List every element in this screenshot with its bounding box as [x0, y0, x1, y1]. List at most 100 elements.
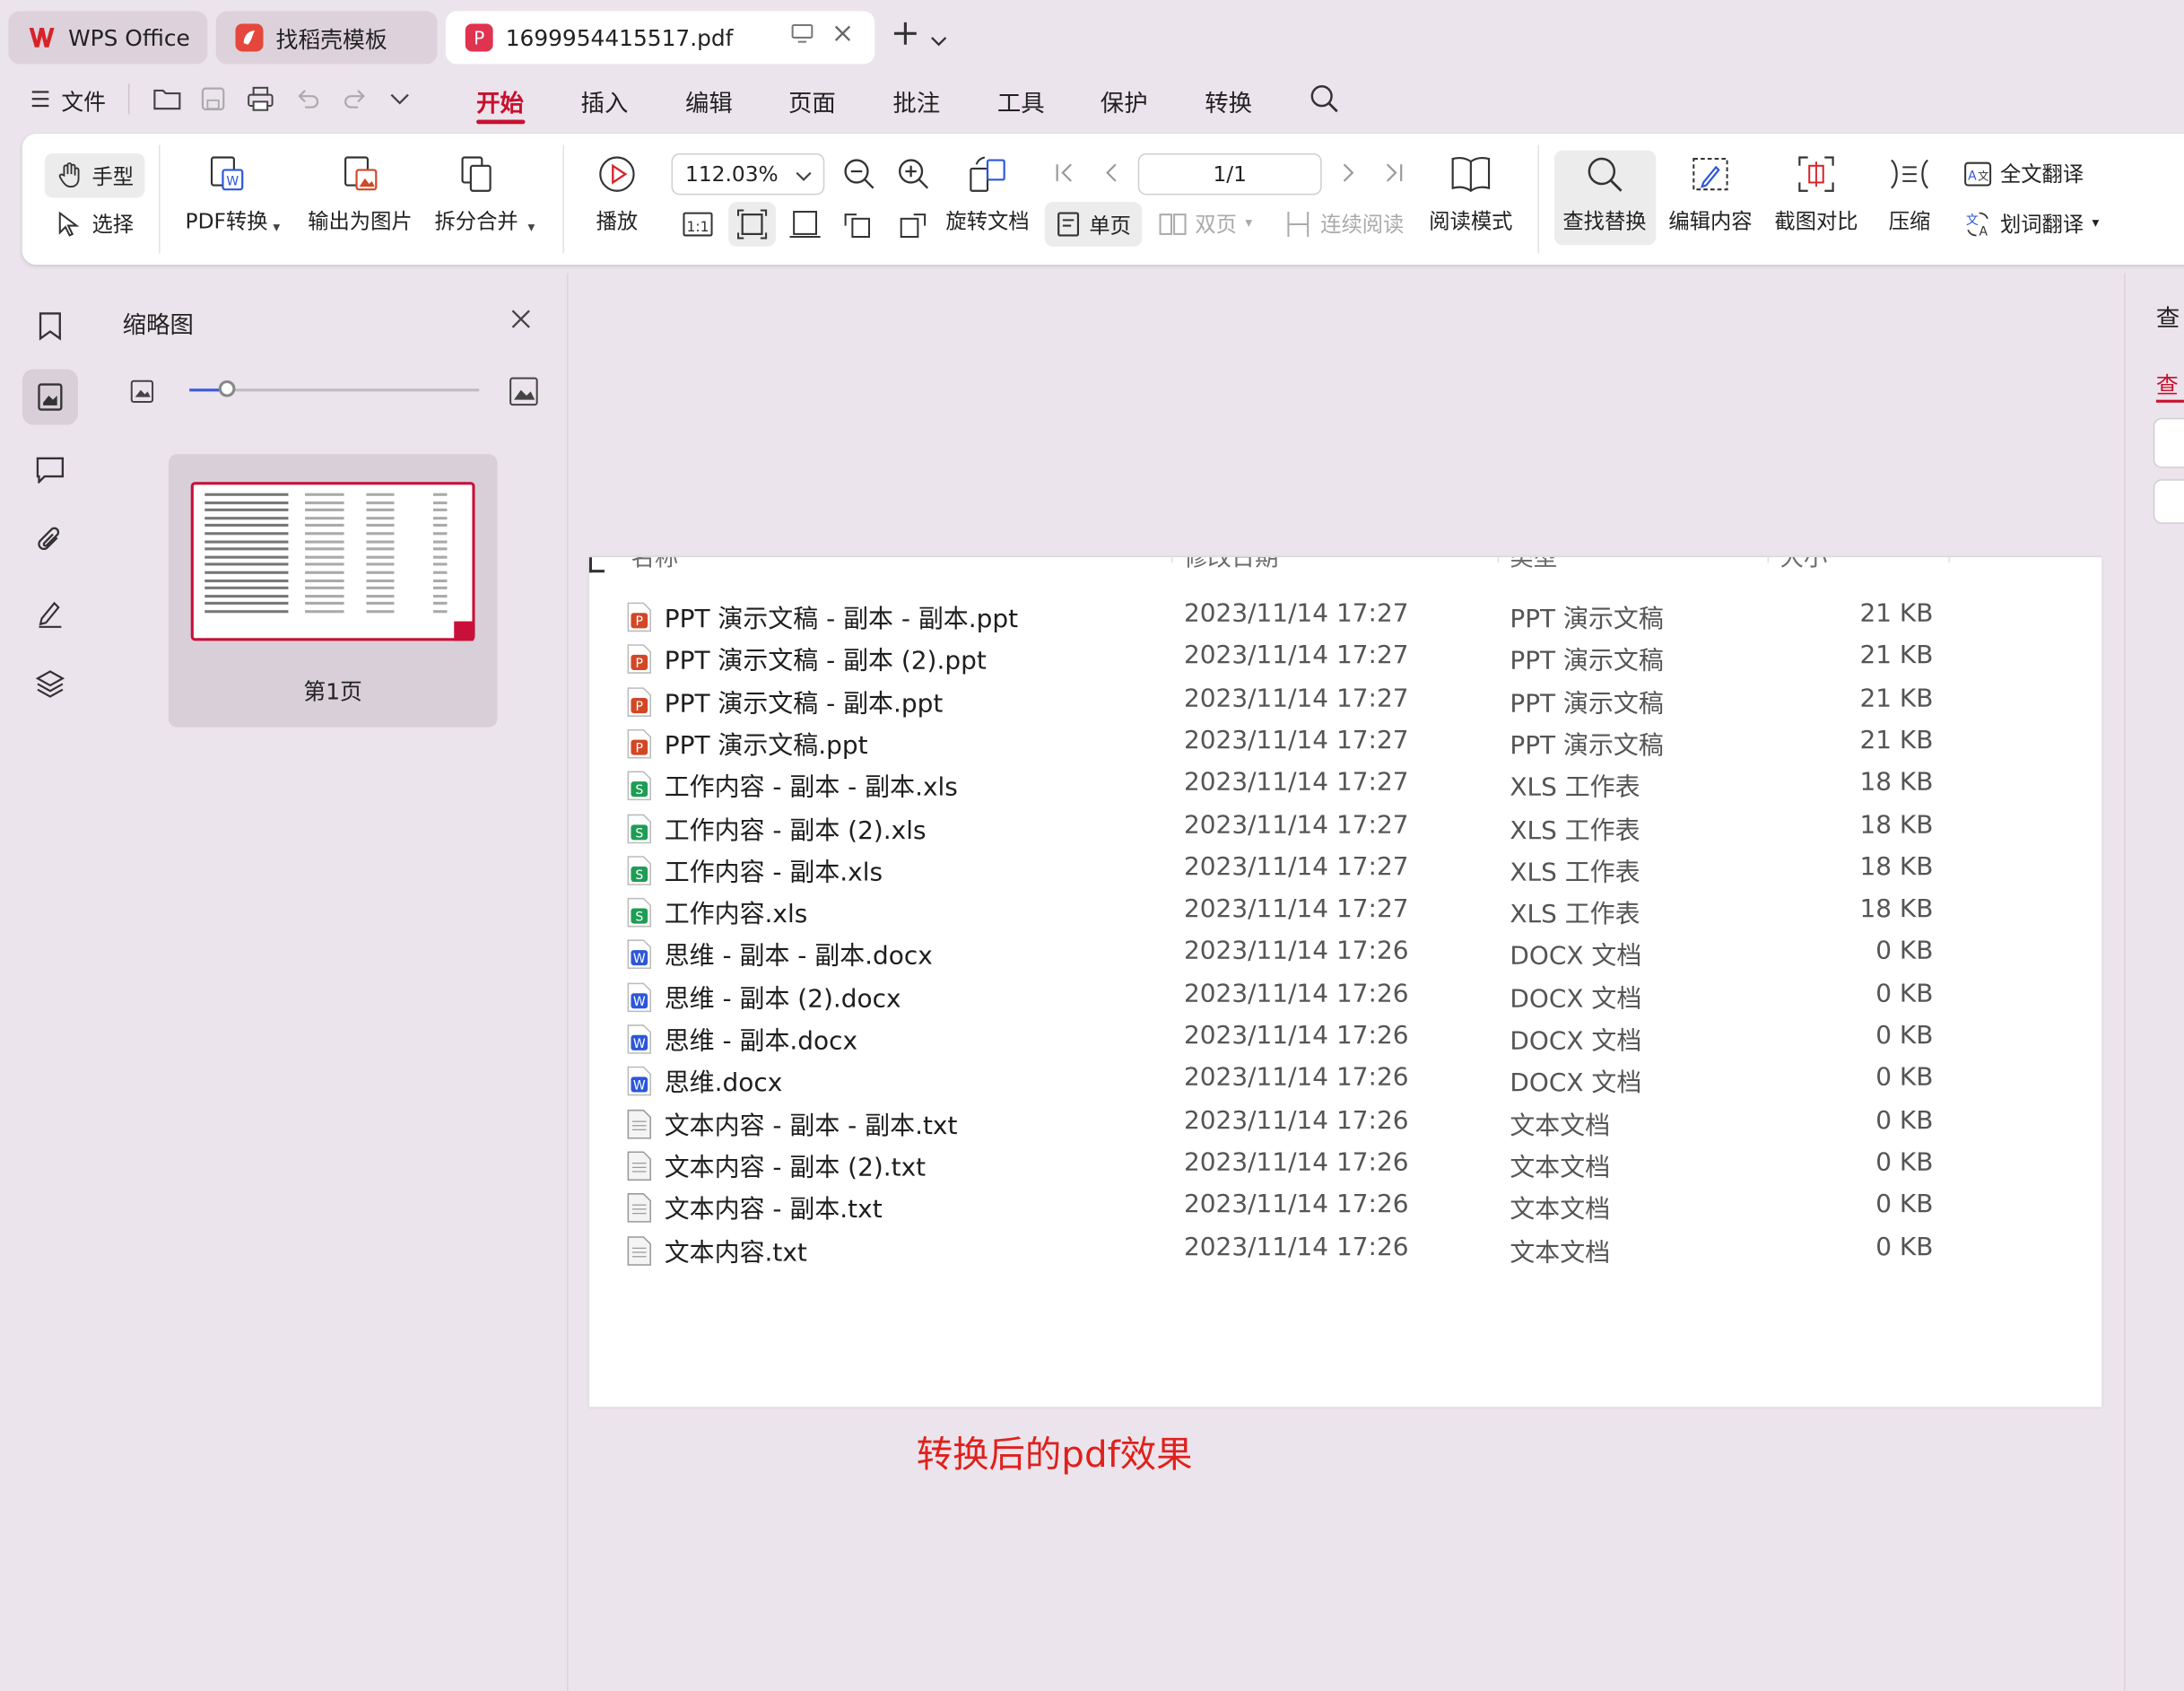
- actual-size-button[interactable]: 1:1: [681, 209, 714, 245]
- pdf-page: 名称 修改日期 类型 大小 P PPT 演示文稿 - 副本 - 副本.ppt 202…: [588, 557, 2102, 1408]
- thumbnail-text-line: [432, 555, 448, 559]
- undo-button[interactable]: [288, 81, 326, 117]
- tab-document[interactable]: P 1699954415517.pdf: [445, 11, 875, 65]
- file-row: P PPT 演示文稿 - 副本.ppt 2023/11/14 17:27 PPT 演示…: [589, 681, 2101, 723]
- pdf-to-word-icon: W: [205, 153, 248, 196]
- screenshot-compare-button[interactable]: 截图对比: [1774, 153, 1858, 236]
- file-name: 工作内容 - 副本 (2).xls: [664, 815, 927, 845]
- ribbon-separator: [562, 144, 564, 254]
- thumb-size-slider-knob[interactable]: [218, 379, 236, 397]
- tab-start[interactable]: 开始: [476, 83, 524, 118]
- tab-annotate[interactable]: 批注: [892, 83, 940, 118]
- file-name: 文本内容.txt: [664, 1237, 807, 1268]
- double-page-button[interactable]: 双页 ▾: [1159, 209, 1252, 239]
- compress-button[interactable]: 压缩: [1889, 153, 1930, 236]
- tab-page[interactable]: 页面: [788, 83, 836, 118]
- rotate-right-button[interactable]: [896, 209, 929, 245]
- rotate-left-button[interactable]: [841, 209, 874, 245]
- hand-tool-button[interactable]: 手型: [44, 153, 145, 198]
- attachment-button[interactable]: [22, 512, 78, 568]
- tab-convert[interactable]: 转换: [1205, 83, 1252, 118]
- edit-content-button[interactable]: 编辑内容: [1668, 153, 1753, 236]
- word-translate-button[interactable]: 文A 划词翻译 ▾: [1964, 209, 2099, 239]
- thumb-zoom-out-button[interactable]: [129, 379, 154, 409]
- continuous-reading-button[interactable]: 连续阅读: [1284, 209, 1405, 239]
- thumbnail-text-line: [305, 547, 344, 551]
- zoom-in-button[interactable]: [897, 157, 930, 196]
- thumbnail-button[interactable]: [22, 369, 78, 425]
- svg-text:S: S: [635, 911, 643, 925]
- zoom-out-icon: [844, 159, 874, 189]
- tab-close-icon[interactable]: [833, 23, 853, 48]
- rotate-document-icon: [967, 153, 1009, 196]
- file-row: S 工作内容.xls 2023/11/14 17:27 XLS 工作表 18 KB: [589, 892, 2101, 934]
- thumbnail-text-line: [366, 562, 395, 567]
- play-button[interactable]: 播放: [596, 153, 639, 236]
- single-page-button[interactable]: 单页: [1044, 202, 1143, 247]
- tab-tools[interactable]: 工具: [997, 83, 1045, 118]
- split-merge-button[interactable]: 拆分合并: [435, 153, 518, 236]
- zoom-select[interactable]: 112.03%: [671, 153, 825, 196]
- page-number-input[interactable]: 1/1: [1137, 153, 1322, 196]
- comment-button[interactable]: [22, 441, 78, 497]
- file-row: 文本内容 - 副本 (2).txt 2023/11/14 17:26 文本文档 0 K…: [589, 1145, 2101, 1187]
- pdf-convert-button[interactable]: W PDF转换: [186, 153, 268, 236]
- thumbnail-text-line: [204, 509, 289, 512]
- file-name: 思维 - 副本 (2).docx: [664, 984, 901, 1015]
- fit-width-button[interactable]: [788, 209, 822, 245]
- next-page-button[interactable]: [1337, 161, 1360, 189]
- right-panel-tab[interactable]: 查: [2156, 366, 2179, 399]
- find-replace-button[interactable]: 查找替换: [1562, 153, 1647, 236]
- redo-button[interactable]: [335, 81, 374, 117]
- file-size: 0 KB: [1875, 1021, 1934, 1050]
- right-panel-search-input[interactable]: [2153, 417, 2184, 468]
- previous-page-button[interactable]: [1101, 161, 1123, 189]
- first-page-button[interactable]: [1053, 161, 1075, 189]
- tab-template[interactable]: 找稻壳模板: [215, 11, 438, 65]
- file-size: 0 KB: [1875, 937, 1934, 966]
- thumbnail-text-line: [204, 594, 289, 597]
- thumbnail-text-line: [366, 492, 395, 496]
- new-tab-button[interactable]: [892, 17, 947, 56]
- bookmark-button[interactable]: [22, 298, 78, 353]
- file-type: PPT 演示文稿: [1510, 731, 1664, 761]
- tab-wps-office[interactable]: WPS Office: [8, 11, 208, 65]
- chevron-down-icon[interactable]: [930, 17, 947, 56]
- play-icon: [596, 153, 639, 196]
- signature-button[interactable]: [22, 585, 78, 641]
- svg-text:W: W: [633, 1037, 646, 1051]
- reading-mode-button[interactable]: 阅读模式: [1429, 153, 1512, 236]
- continuous-reading-label: 连续阅读: [1320, 212, 1405, 237]
- export-image-button[interactable]: 输出为图片: [308, 153, 413, 236]
- select-tool-button[interactable]: 选择: [56, 209, 134, 239]
- last-page-button[interactable]: [1383, 161, 1405, 189]
- thumbnail-text-line: [204, 501, 289, 504]
- cursor-arrow-icon: [58, 210, 80, 237]
- tab-monitor-icon[interactable]: [791, 23, 814, 48]
- tab-edit[interactable]: 编辑: [685, 83, 733, 118]
- print-button[interactable]: [241, 81, 280, 117]
- file-name: 思维.docx: [664, 1068, 783, 1099]
- file-menu[interactable]: 文件: [30, 83, 106, 117]
- tab-protect[interactable]: 保护: [1101, 83, 1148, 118]
- full-translate-button[interactable]: A文 全文翻译: [1964, 159, 2084, 188]
- thumbnail-text-line: [366, 547, 395, 551]
- word-file-icon: W: [627, 1066, 652, 1096]
- more-quick-actions-button[interactable]: [380, 81, 419, 117]
- file-row: W 思维 - 副本 (2).docx 2023/11/14 17:26 DOCX 文档…: [589, 976, 2101, 1018]
- tab-insert[interactable]: 插入: [581, 83, 629, 118]
- ppt-file-icon: P: [627, 686, 652, 717]
- layers-button[interactable]: [22, 656, 78, 711]
- open-folder-button[interactable]: [148, 81, 187, 117]
- save-button[interactable]: [194, 81, 232, 117]
- close-panel-button[interactable]: [509, 304, 532, 339]
- right-panel-option[interactable]: [2153, 479, 2184, 524]
- word-file-icon: W: [627, 981, 652, 1012]
- search-button[interactable]: [1310, 83, 1340, 119]
- zoom-out-button[interactable]: [843, 157, 876, 196]
- rotate-document-button[interactable]: 旋转文档: [945, 153, 1030, 236]
- last-page-icon: [1386, 163, 1403, 182]
- fit-page-button[interactable]: [728, 202, 776, 247]
- thumb-zoom-in-button[interactable]: [509, 376, 539, 412]
- first-page-icon: [1056, 163, 1072, 182]
